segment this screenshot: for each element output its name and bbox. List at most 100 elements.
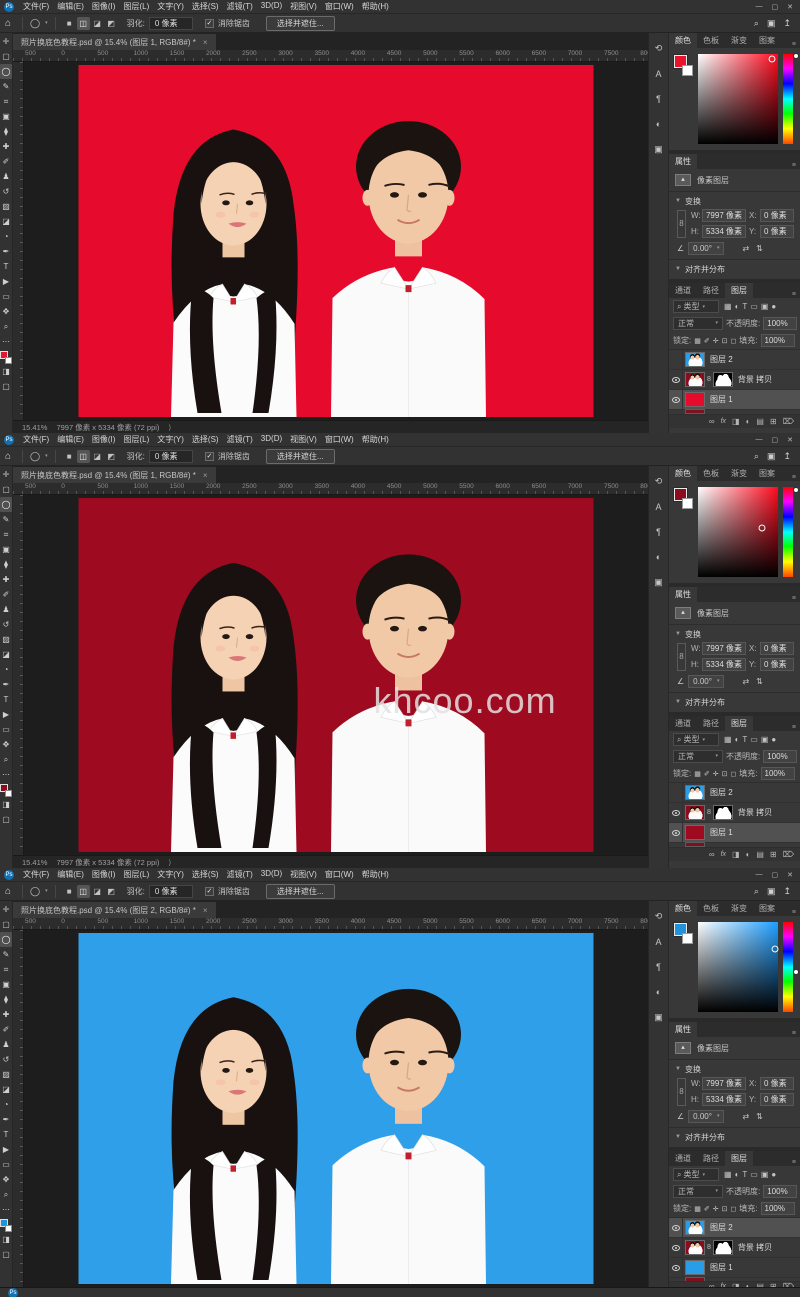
hue-slider-marker[interactable] [794, 488, 798, 492]
fill-input[interactable]: 100% [761, 1202, 795, 1215]
tab-color-0[interactable]: 颜色 [669, 901, 697, 916]
saturation-brightness-field[interactable] [698, 922, 778, 1012]
search-icon[interactable]: ⌕ [754, 18, 759, 29]
filter-smart-objects-icon[interactable]: ▣ [761, 302, 769, 311]
libraries-panel-icon[interactable]: ▣ [654, 577, 663, 588]
blend-mode-select[interactable]: 正常 ▾ [673, 750, 723, 763]
minimize-button[interactable]: — [756, 3, 763, 11]
zoom-tool[interactable]: ⌕ [0, 752, 12, 767]
tab-layers-2[interactable]: 图层 [725, 1151, 753, 1166]
menu-item-6[interactable]: 滤镜(T) [223, 434, 257, 445]
panel-menu-icon[interactable]: ≡ [792, 909, 800, 916]
menu-item-3[interactable]: 图层(L) [119, 434, 153, 445]
menu-item-8[interactable]: 视图(V) [286, 1, 321, 12]
document-tab[interactable]: 照片换底色教程.psd @ 15.4% (图层 1, RGB/8#) * × [13, 34, 216, 50]
panel-menu-icon[interactable]: ≡ [792, 1030, 800, 1037]
menu-item-2[interactable]: 图像(I) [88, 434, 120, 445]
close-icon[interactable]: × [203, 471, 208, 480]
background-color-swatch[interactable] [682, 498, 693, 509]
quick-mask-button[interactable]: ◨ [0, 797, 12, 812]
lasso-tool[interactable]: ◯ [0, 932, 12, 947]
width-input[interactable]: 7997 像素 [702, 209, 746, 222]
history-panel-icon[interactable]: ⟲ [655, 43, 663, 54]
share-icon[interactable]: ↥ [783, 18, 791, 29]
rotation-input[interactable]: 0.00° ▾ [688, 242, 724, 255]
eraser-tool[interactable]: ▨ [0, 199, 12, 214]
tab-color-3[interactable]: 图案 [753, 33, 781, 48]
color-picker-marker[interactable] [771, 946, 778, 953]
link-layers-icon[interactable]: ∞ [709, 1282, 715, 1287]
blend-mode-select[interactable]: 正常 ▾ [673, 317, 723, 330]
layer-row[interactable]: 8背景 拷贝 [669, 1238, 800, 1258]
new-group-icon[interactable]: ▤ [756, 1282, 764, 1287]
lasso-tool-icon[interactable]: ◯ [30, 18, 40, 29]
selection-mode-button-1[interactable]: ◫ [77, 885, 90, 898]
layer-name[interactable]: 背景 拷贝 [738, 1242, 772, 1253]
shape-tool[interactable]: ▭ [0, 722, 12, 737]
quick-mask-button[interactable]: ◨ [0, 364, 12, 379]
workspace-icon[interactable]: ▣ [767, 886, 776, 897]
shape-tool[interactable]: ▭ [0, 289, 12, 304]
new-group-icon[interactable]: ▤ [756, 417, 764, 426]
link-dimensions-icon[interactable]: 8 [677, 1078, 686, 1106]
feather-input[interactable]: 0 像素 [149, 885, 193, 898]
home-icon[interactable]: ⌂ [5, 886, 11, 897]
lock-position-icon[interactable]: ✛ [713, 337, 719, 345]
layer-filter-type[interactable]: ⌕ 类型 ▾ [673, 1168, 719, 1181]
layer-row[interactable]: 图层 1 [669, 1258, 800, 1278]
hue-slider[interactable] [783, 54, 793, 144]
paragraph-panel-icon[interactable]: ¶ [656, 527, 661, 537]
healing-brush-tool[interactable]: ✚ [0, 1007, 12, 1022]
blur-tool[interactable]: ◔ [0, 229, 12, 244]
paragraph-panel-icon[interactable]: ¶ [656, 94, 661, 104]
x-input[interactable]: 0 像素 [760, 642, 794, 655]
pen-tool[interactable]: ✒ [0, 1112, 12, 1127]
photo-couple-portrait[interactable] [79, 933, 594, 1284]
layer-row[interactable]: 8背景 拷贝 [669, 803, 800, 823]
layer-name[interactable]: 图层 2 [710, 787, 733, 798]
tab-properties[interactable]: 属性 [669, 1022, 697, 1037]
tab-color-0[interactable]: 颜色 [669, 33, 697, 48]
quick-mask-button[interactable]: ◨ [0, 1232, 12, 1247]
link-dimensions-icon[interactable]: 8 [677, 210, 686, 238]
move-tool[interactable]: ✛ [0, 902, 12, 917]
minimize-button[interactable]: — [756, 436, 763, 444]
close-button[interactable]: ✕ [787, 3, 793, 11]
marquee-tool[interactable]: ▢ [0, 49, 12, 64]
hue-slider-marker[interactable] [794, 970, 798, 974]
share-icon[interactable]: ↥ [783, 451, 791, 462]
layer-row[interactable]: 8背景 拷贝 [669, 370, 800, 390]
libraries-panel-icon[interactable]: ▣ [654, 1012, 663, 1023]
feather-input[interactable]: 0 像素 [149, 450, 193, 463]
crop-tool[interactable]: ⌗ [0, 94, 12, 109]
saturation-brightness-field[interactable] [698, 54, 778, 144]
filter-adjustment-layers-icon[interactable]: ◐ [735, 1170, 740, 1179]
type-tool[interactable]: T [0, 259, 12, 274]
layer-name[interactable]: 图层 2 [710, 1222, 733, 1233]
antialias-checkbox[interactable]: ✓ [205, 452, 214, 461]
layer-mask-thumbnail[interactable] [714, 373, 732, 386]
tab-color-1[interactable]: 色板 [697, 901, 725, 916]
eye-empty[interactable] [669, 783, 683, 802]
layer-row[interactable]: 图层 2 [669, 783, 800, 803]
x-input[interactable]: 0 像素 [760, 1077, 794, 1090]
flip-horizontal-icon[interactable]: ⇄ [742, 677, 749, 686]
canvas[interactable] [24, 62, 648, 420]
frame-tool[interactable]: ▣ [0, 977, 12, 992]
lock-all-icon[interactable]: ◻ [730, 770, 736, 778]
layer-thumbnail[interactable] [686, 1261, 704, 1274]
quick-selection-tool[interactable]: ✎ [0, 947, 12, 962]
menu-item-3[interactable]: 图层(L) [119, 869, 153, 880]
screen-mode-button[interactable]: ▢ [0, 379, 12, 394]
blur-tool[interactable]: ◔ [0, 662, 12, 677]
chevron-down-icon[interactable]: ▼ [675, 1134, 681, 1140]
chevron-down-icon[interactable]: ▼ [675, 699, 681, 705]
eyedropper-tool[interactable]: ⧫ [0, 992, 12, 1007]
close-icon[interactable]: × [203, 906, 208, 915]
foreground-background-swatches[interactable] [0, 784, 12, 797]
zoom-tool[interactable]: ⌕ [0, 319, 12, 334]
paragraph-panel-icon[interactable]: ¶ [656, 962, 661, 972]
fill-input[interactable]: 100% [761, 334, 795, 347]
history-brush-tool[interactable]: ↺ [0, 1052, 12, 1067]
filter-type-layers-icon[interactable]: T [742, 1170, 747, 1179]
